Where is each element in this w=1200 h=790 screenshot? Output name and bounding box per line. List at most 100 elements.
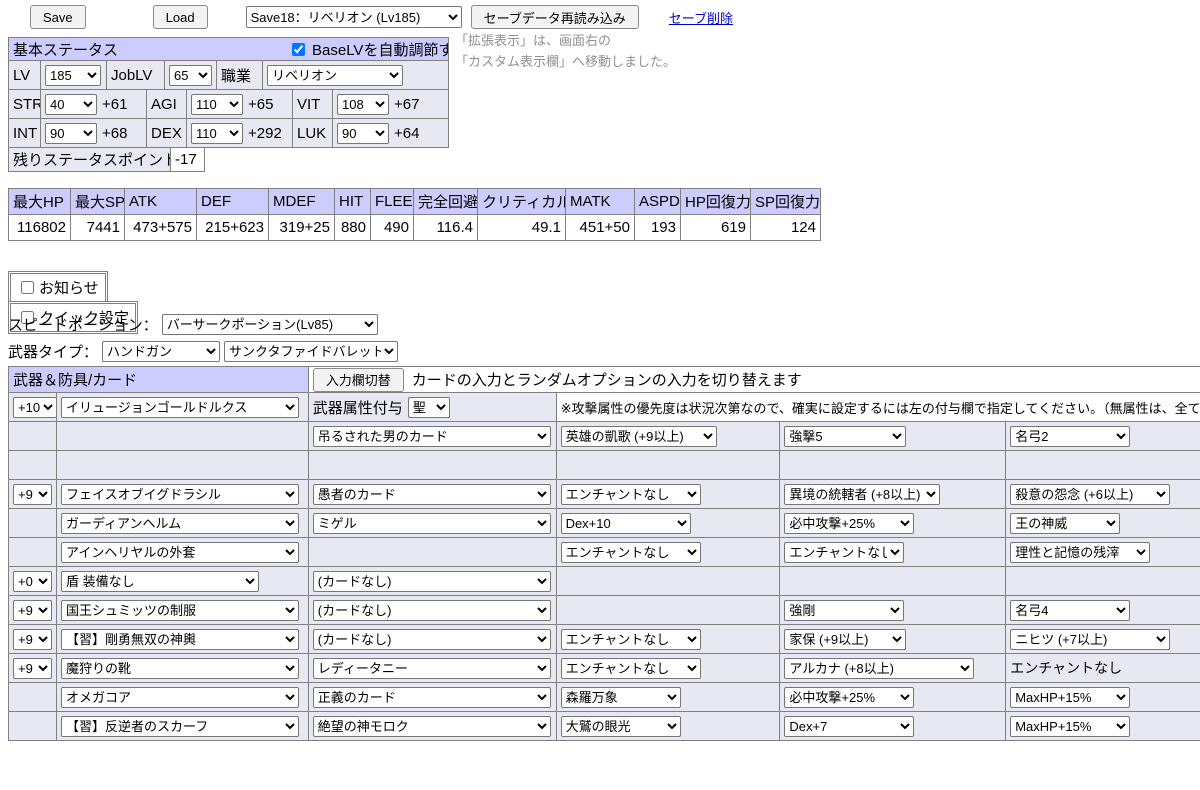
equipment-select[interactable]: ガーディアンヘルム (60, 512, 299, 534)
equip-row: +9 魔狩りの靴 レディータニー エンチャントなし アルカナ (+8以上) エンチャントな… (9, 654, 1200, 683)
enchant-select[interactable]: MaxHP+15% (1010, 686, 1131, 708)
card-select[interactable]: 正義のカード (312, 686, 551, 708)
weapon-type-select[interactable]: ハンドガン (102, 341, 221, 362)
equipment-rows: +10 イリュージョンゴールドルクス 武器属性付与聖 ※攻撃属性の優先度は状況次第なの… (9, 393, 1200, 741)
enchant-select[interactable]: 殺意の怨念 (+6以上) (1010, 483, 1171, 505)
equip-cell: アインヘリヤルの外套 (56, 538, 309, 567)
basic-stats-title: 基本ステータス (13, 41, 119, 59)
equipment-select[interactable]: イリュージョンゴールドルクス (60, 396, 299, 418)
enchant-select[interactable]: 王の神威 (1010, 512, 1121, 534)
agi-select[interactable]: 110 (191, 93, 243, 115)
enchant-select[interactable]: エンチャントなし (560, 628, 701, 650)
auto-adjust-checkbox[interactable] (292, 42, 306, 56)
equip-cell: +9 (9, 654, 57, 683)
ammo-select[interactable]: サンクタファイドバレット (224, 341, 399, 362)
stat-cell-str: 40 +61 (41, 90, 147, 119)
str-select[interactable]: 40 (45, 93, 97, 115)
save-slot-select[interactable]: Save18：リベリオン (Lv185) (245, 6, 462, 28)
enchant-select[interactable]: 必中攻撃+25% (784, 512, 915, 534)
speed-potion-select[interactable]: バーサークポーション(Lv85) (161, 314, 378, 335)
derived-header-cell: HIT (335, 189, 371, 215)
joblv-select[interactable]: 65 (169, 64, 212, 86)
enchant-select[interactable]: 理性と記憶の残滓 (1010, 541, 1151, 563)
enchant-select[interactable]: 強剛 (784, 599, 905, 621)
enchant-select[interactable]: 英雄の凱歌 (+9以上) (560, 425, 717, 447)
derived-value-cell: 451+50 (566, 215, 635, 241)
equip-cell (9, 538, 57, 567)
equip-cell: 英雄の凱歌 (+9以上) (556, 422, 781, 451)
equip-cell: 絶望の神モロク (308, 712, 557, 741)
load-button[interactable]: Load (152, 5, 208, 29)
lv-select[interactable]: 185 (45, 64, 101, 86)
equip-cell: 吊るされた男のカード (308, 422, 557, 451)
equip-cell: (カードなし) (308, 567, 557, 596)
equip-cell: エンチャントなし (556, 654, 781, 683)
refine-select[interactable]: +9 (13, 599, 52, 621)
equipment-select[interactable]: 盾 装備なし (60, 570, 259, 592)
enchant-select[interactable]: 必中攻撃+25% (784, 686, 915, 708)
job-cell: リベリオン (263, 61, 449, 90)
enchant-select[interactable]: アルカナ (+8以上) (784, 657, 975, 679)
basic-stats-header-row: 基本ステータス BaseLVを自動調節する (9, 38, 449, 61)
equip-cell: 必中攻撃+25% (780, 683, 1007, 712)
dex-select[interactable]: 110 (191, 122, 243, 144)
refine-select[interactable]: +0 (13, 570, 52, 592)
enchant-select[interactable]: 大鷲の眼光 (560, 715, 681, 737)
refine-select[interactable]: +9 (13, 657, 52, 679)
enchant-select[interactable]: MaxHP+15% (1010, 715, 1131, 737)
enchant-select[interactable]: エンチャントなし (560, 483, 701, 505)
vit-select[interactable]: 108 (337, 93, 389, 115)
derived-header-cell: 最大HP (9, 189, 71, 215)
card-select[interactable]: 愚者のカード (312, 483, 551, 505)
auto-adjust-baselv[interactable]: BaseLVを自動調節する (288, 39, 448, 60)
card-select[interactable]: (カードなし) (312, 570, 551, 592)
enchant-select[interactable]: 異境の統轄者 (+8以上) (784, 483, 941, 505)
card-select[interactable]: レディータニー (312, 657, 551, 679)
enchant-select[interactable]: Dex+7 (784, 715, 915, 737)
equipment-select[interactable]: オメガコア (60, 686, 299, 708)
enchant-select[interactable]: 名弓4 (1010, 599, 1131, 621)
derived-header-cell: SP回復力 (751, 189, 821, 215)
remaining-points-table: 残りステータスポイント -17 (8, 148, 205, 172)
enchant-select[interactable]: エンチャントなし (784, 541, 905, 563)
luk-select[interactable]: 90 (337, 122, 389, 144)
card-select[interactable]: ミゲル (312, 512, 551, 534)
equipment-select[interactable]: 【習】剛勇無双の神輿 (60, 628, 299, 650)
enchant-select[interactable]: 名弓2 (1010, 425, 1131, 447)
card-select[interactable]: (カードなし) (312, 628, 551, 650)
equipment-table: 武器＆防具/カード 入力欄切替 カードの入力とランダムオプションの入力を切り替え… (8, 366, 1200, 741)
refine-select[interactable]: +10 (13, 396, 56, 418)
equipment-select[interactable]: フェイスオブイグドラシル (60, 483, 299, 505)
enchant-select[interactable]: エンチャントなし (560, 541, 701, 563)
equipment-select[interactable]: 魔狩りの靴 (60, 657, 299, 679)
equipment-select[interactable]: アインヘリヤルの外套 (60, 541, 299, 563)
enchant-select[interactable]: ニヒツ (+7以上) (1010, 628, 1171, 650)
enchant-select[interactable]: 強撃5 (784, 425, 907, 447)
equip-cell: 名弓2 (1006, 422, 1200, 451)
refine-select[interactable]: +9 (13, 628, 52, 650)
reload-save-button[interactable]: セーブデータ再読み込み (470, 5, 639, 29)
input-toggle-button[interactable]: 入力欄切替 (312, 367, 404, 392)
refine-select[interactable]: +9 (13, 483, 52, 505)
equipment-select[interactable]: 国王シュミッツの制服 (60, 599, 299, 621)
enchant-select[interactable]: Dex+10 (560, 512, 691, 534)
equip-cell (9, 509, 57, 538)
equip-cell: +9 (9, 480, 57, 509)
save-button[interactable]: Save (30, 5, 86, 29)
enchant-select[interactable]: 家保 (+9以上) (784, 628, 907, 650)
int-select[interactable]: 90 (45, 122, 97, 144)
delete-save-link[interactable]: セーブ削除 (669, 8, 733, 27)
equip-cell: 強剛 (780, 596, 1007, 625)
equip-cell: 愚者のカード (308, 480, 557, 509)
enchant-select[interactable]: 森羅万象 (560, 686, 681, 708)
job-select[interactable]: リベリオン (267, 64, 403, 86)
lv-label: LV (9, 61, 41, 90)
card-select[interactable]: (カードなし) (312, 599, 551, 621)
equipment-select[interactable]: 【習】反逆者のスカーフ (60, 715, 299, 737)
equipment-table-header: 武器＆防具/カード 入力欄切替 カードの入力とランダムオプションの入力を切り替え… (9, 367, 1200, 393)
stat-label-dex: DEX (147, 119, 187, 148)
card-select[interactable]: 吊るされた男のカード (312, 425, 551, 447)
weapon-element-select[interactable]: 聖 (407, 396, 450, 418)
card-select[interactable]: 絶望の神モロク (312, 715, 551, 737)
enchant-select[interactable]: エンチャントなし (560, 657, 701, 679)
